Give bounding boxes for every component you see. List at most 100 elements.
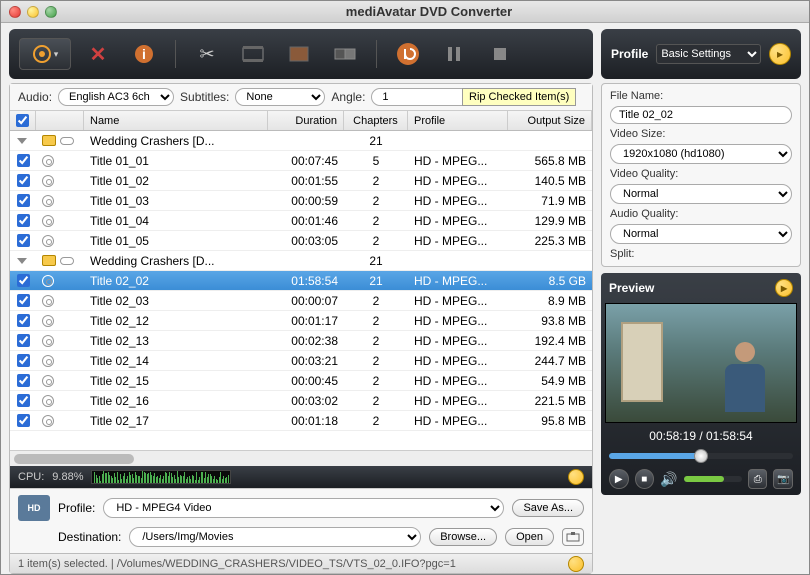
audio-label: Audio: xyxy=(18,90,52,104)
play-button[interactable]: ▶ xyxy=(609,469,629,489)
cell-chapters: 21 xyxy=(344,254,408,268)
cell-duration: 00:00:45 xyxy=(268,374,344,388)
settings-go-button[interactable]: ▸ xyxy=(769,43,791,65)
folder-icon xyxy=(42,255,56,266)
cell-name: Title 02_12 xyxy=(84,314,268,328)
row-checkbox[interactable] xyxy=(17,274,30,287)
table-row[interactable]: Title 02_1200:01:172HD - MPEG...93.8 MB xyxy=(10,311,592,331)
video-size-select[interactable]: 1920x1080 (hd1080) xyxy=(610,144,792,164)
row-checkbox[interactable] xyxy=(17,414,30,427)
disclosure-icon[interactable] xyxy=(17,138,27,144)
window-title: mediAvatar DVD Converter xyxy=(57,4,801,19)
row-checkbox[interactable] xyxy=(17,234,30,247)
basic-settings-select[interactable]: Basic Settings xyxy=(656,44,761,64)
disc-icon xyxy=(42,275,54,287)
cell-size: 565.8 MB xyxy=(508,154,592,168)
row-checkbox[interactable] xyxy=(17,374,30,387)
subtitles-select[interactable]: None xyxy=(235,88,325,106)
table-row[interactable]: Title 01_0200:01:552HD - MPEG...140.5 MB xyxy=(10,171,592,191)
browse-button[interactable]: Browse... xyxy=(429,528,497,546)
destination-select[interactable]: /Users/Img/Movies xyxy=(129,527,421,547)
disclosure-icon[interactable] xyxy=(17,258,27,264)
table-row[interactable]: Title 02_1600:03:022HD - MPEG...221.5 MB xyxy=(10,391,592,411)
table-row[interactable]: Title 02_1500:00:452HD - MPEG...54.9 MB xyxy=(10,371,592,391)
zoom-icon[interactable] xyxy=(45,6,57,18)
row-checkbox[interactable] xyxy=(17,194,30,207)
col-name[interactable]: Name xyxy=(84,111,268,130)
volume-icon: 🔊 xyxy=(660,471,677,488)
table-row[interactable]: Title 02_1700:01:182HD - MPEG...95.8 MB xyxy=(10,411,592,431)
profile-select[interactable]: HD - MPEG4 Video xyxy=(103,498,504,518)
audio-quality-select[interactable]: Normal xyxy=(610,224,792,244)
horizontal-scrollbar[interactable] xyxy=(10,450,592,466)
table-row[interactable]: Title 01_0500:03:052HD - MPEG...225.3 MB xyxy=(10,231,592,251)
video-quality-select[interactable]: Normal xyxy=(610,184,792,204)
row-checkbox[interactable] xyxy=(17,334,30,347)
row-checkbox[interactable] xyxy=(17,354,30,367)
close-icon[interactable] xyxy=(9,6,21,18)
stop-button[interactable] xyxy=(481,38,519,70)
disc-icon xyxy=(42,355,54,367)
col-profile[interactable]: Profile xyxy=(408,111,508,130)
delete-button[interactable]: ✕ xyxy=(79,38,117,70)
cell-chapters: 5 xyxy=(344,154,408,168)
audio-quality-label: Audio Quality: xyxy=(610,208,792,220)
volume-slider[interactable] xyxy=(684,476,742,482)
info-button[interactable]: i xyxy=(125,38,163,70)
pause-button[interactable] xyxy=(435,38,473,70)
audio-select[interactable]: English AC3 6ch xyxy=(58,88,174,106)
preview-stop-button[interactable]: ■ xyxy=(635,469,655,489)
cell-profile: HD - MPEG... xyxy=(408,274,508,288)
preview-seek-slider[interactable] xyxy=(609,453,793,459)
preview-screen[interactable] xyxy=(605,303,797,423)
cell-name: Title 01_05 xyxy=(84,234,268,248)
effects-button[interactable] xyxy=(280,38,318,70)
save-as-button[interactable]: Save As... xyxy=(512,499,584,517)
cell-profile: HD - MPEG... xyxy=(408,394,508,408)
cell-duration: 00:01:46 xyxy=(268,214,344,228)
table-group-row[interactable]: Wedding Crashers [D...21 xyxy=(10,251,592,271)
drive-icon[interactable] xyxy=(562,528,584,546)
profile-label: Profile xyxy=(611,47,648,61)
check-all[interactable] xyxy=(16,114,29,127)
status-go-button[interactable] xyxy=(568,556,584,572)
table-row[interactable]: Title 02_1300:02:382HD - MPEG...192.4 MB xyxy=(10,331,592,351)
row-checkbox[interactable] xyxy=(17,314,30,327)
col-chapters[interactable]: Chapters xyxy=(344,111,408,130)
camera-button[interactable]: 📷 xyxy=(773,469,793,489)
cpu-value: 9.88% xyxy=(52,471,83,483)
minimize-icon[interactable] xyxy=(27,6,39,18)
disc-menu-button[interactable]: ▾ xyxy=(19,38,71,70)
table-row[interactable]: Title 01_0400:01:462HD - MPEG...129.9 MB xyxy=(10,211,592,231)
table-row[interactable]: Title 01_0100:07:455HD - MPEG...565.8 MB xyxy=(10,151,592,171)
file-name-input[interactable] xyxy=(610,106,792,124)
table-row[interactable]: Title 02_0300:00:072HD - MPEG...8.9 MB xyxy=(10,291,592,311)
disc-icon xyxy=(42,195,54,207)
cpu-label: CPU: xyxy=(18,471,44,483)
cell-profile: HD - MPEG... xyxy=(408,294,508,308)
cell-name: Title 02_03 xyxy=(84,294,268,308)
cell-profile: HD - MPEG... xyxy=(408,334,508,348)
table-group-row[interactable]: Wedding Crashers [D...21 xyxy=(10,131,592,151)
table-row[interactable]: Title 02_0201:58:5421HD - MPEG...8.5 GB xyxy=(10,271,592,291)
clip-button[interactable] xyxy=(234,38,272,70)
preview-expand-button[interactable]: ▸ xyxy=(775,279,793,297)
merge-button[interactable] xyxy=(326,38,364,70)
table-row[interactable]: Title 02_1400:03:212HD - MPEG...244.7 MB xyxy=(10,351,592,371)
cell-name: Title 02_16 xyxy=(84,394,268,408)
row-checkbox[interactable] xyxy=(17,294,30,307)
col-duration[interactable]: Duration xyxy=(268,111,344,130)
row-checkbox[interactable] xyxy=(17,174,30,187)
row-checkbox[interactable] xyxy=(17,394,30,407)
cpu-expand-button[interactable] xyxy=(568,469,584,485)
cell-name: Title 02_17 xyxy=(84,414,268,428)
cell-size: 54.9 MB xyxy=(508,374,592,388)
col-output-size[interactable]: Output Size xyxy=(508,111,592,130)
snapshot-button[interactable]: ⎙ xyxy=(748,469,768,489)
cut-button[interactable]: ✂ xyxy=(188,38,226,70)
row-checkbox[interactable] xyxy=(17,214,30,227)
row-checkbox[interactable] xyxy=(17,154,30,167)
table-row[interactable]: Title 01_0300:00:592HD - MPEG...71.9 MB xyxy=(10,191,592,211)
open-button[interactable]: Open xyxy=(505,528,554,546)
rip-button[interactable] xyxy=(389,38,427,70)
